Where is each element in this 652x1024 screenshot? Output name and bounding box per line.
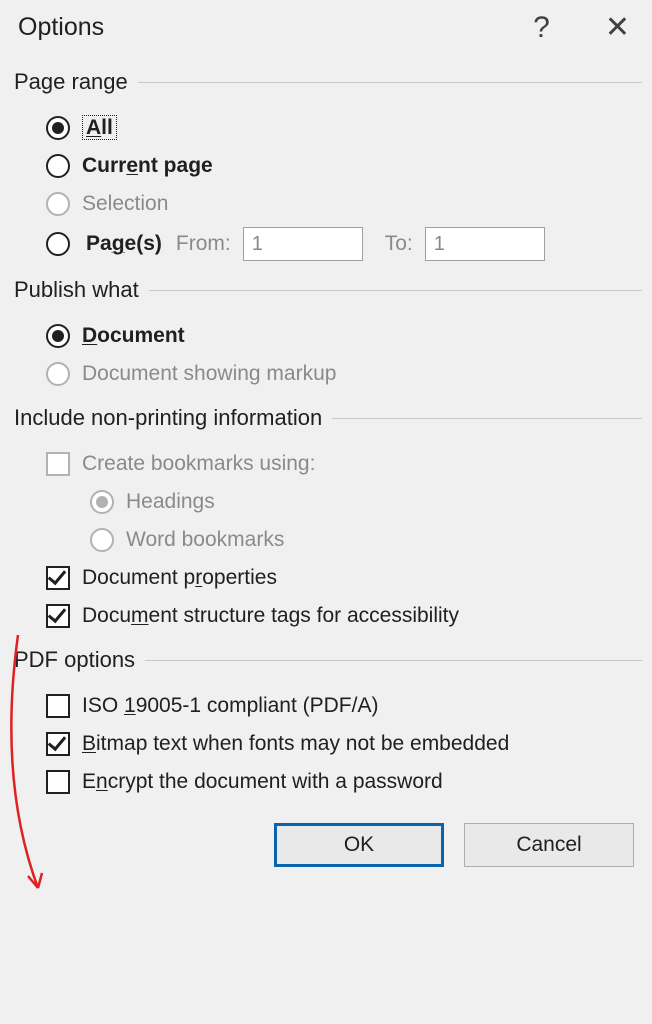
radio-icon [46,232,70,256]
radio-document-label: Document [82,324,185,348]
radio-current-page-label: Current page [82,154,213,178]
dialog-title: Options [18,13,104,42]
radio-word-bookmarks: Word bookmarks [90,525,642,555]
radio-selection-label: Selection [82,192,168,216]
radio-icon [46,324,70,348]
radio-word-bookmarks-label: Word bookmarks [126,528,284,552]
checkbox-iso-label: ISO 19005-1 compliant (PDF/A) [82,694,378,718]
checkbox-doc-properties[interactable]: Document properties [46,563,642,593]
pdf-options-heading: PDF options [0,647,652,673]
radio-pages[interactable]: Page(s) From: To: [46,227,642,261]
radio-document-markup-label: Document showing markup [82,362,336,386]
close-icon[interactable]: ✕ [605,10,630,45]
ok-button[interactable]: OK [274,823,444,867]
titlebar: Options ? ✕ [0,0,652,53]
checkbox-structure-tags[interactable]: Document structure tags for accessibilit… [46,601,642,631]
checkbox-icon [46,566,70,590]
checkbox-doc-properties-label: Document properties [82,566,277,590]
checkbox-iso[interactable]: ISO 19005-1 compliant (PDF/A) [46,691,642,721]
checkbox-encrypt-label: Encrypt the document with a password [82,770,443,794]
radio-icon [46,192,70,216]
checkbox-icon [46,452,70,476]
radio-icon [90,528,114,552]
pages-to-spinner[interactable] [425,227,545,261]
pages-from-label: From: [176,232,231,256]
pages-to-input[interactable] [426,228,652,260]
checkbox-bitmap-label: Bitmap text when fonts may not be embedd… [82,732,509,756]
publish-what-heading: Publish what [0,277,652,303]
radio-icon [46,154,70,178]
checkbox-create-bookmarks: Create bookmarks using: [46,449,642,479]
radio-all-label: ll [101,116,113,139]
pages-from-spinner[interactable] [243,227,363,261]
checkbox-encrypt[interactable]: Encrypt the document with a password [46,767,642,797]
checkbox-bitmap[interactable]: Bitmap text when fonts may not be embedd… [46,729,642,759]
radio-headings-label: Headings [126,490,215,514]
checkbox-icon [46,604,70,628]
radio-icon [46,362,70,386]
radio-headings: Headings [90,487,642,517]
pages-to-label: To: [385,232,413,256]
cancel-button[interactable]: Cancel [464,823,634,867]
checkbox-icon [46,732,70,756]
radio-document-markup: Document showing markup [46,359,642,389]
checkbox-icon [46,694,70,718]
checkbox-icon [46,770,70,794]
radio-document[interactable]: Document [46,321,642,351]
radio-selection: Selection [46,189,642,219]
radio-icon [90,490,114,514]
radio-pages-label: Page(s) [86,232,162,256]
checkbox-create-bookmarks-label: Create bookmarks using: [82,452,315,476]
radio-icon [46,116,70,140]
include-heading: Include non-printing information [0,405,652,431]
radio-current-page[interactable]: Current page [46,151,642,181]
radio-all[interactable]: All [46,113,642,143]
dialog-buttons: OK Cancel [0,805,652,867]
checkbox-structure-tags-label: Document structure tags for accessibilit… [82,604,459,628]
help-icon[interactable]: ? [533,11,550,45]
page-range-heading: Page range [0,69,652,95]
